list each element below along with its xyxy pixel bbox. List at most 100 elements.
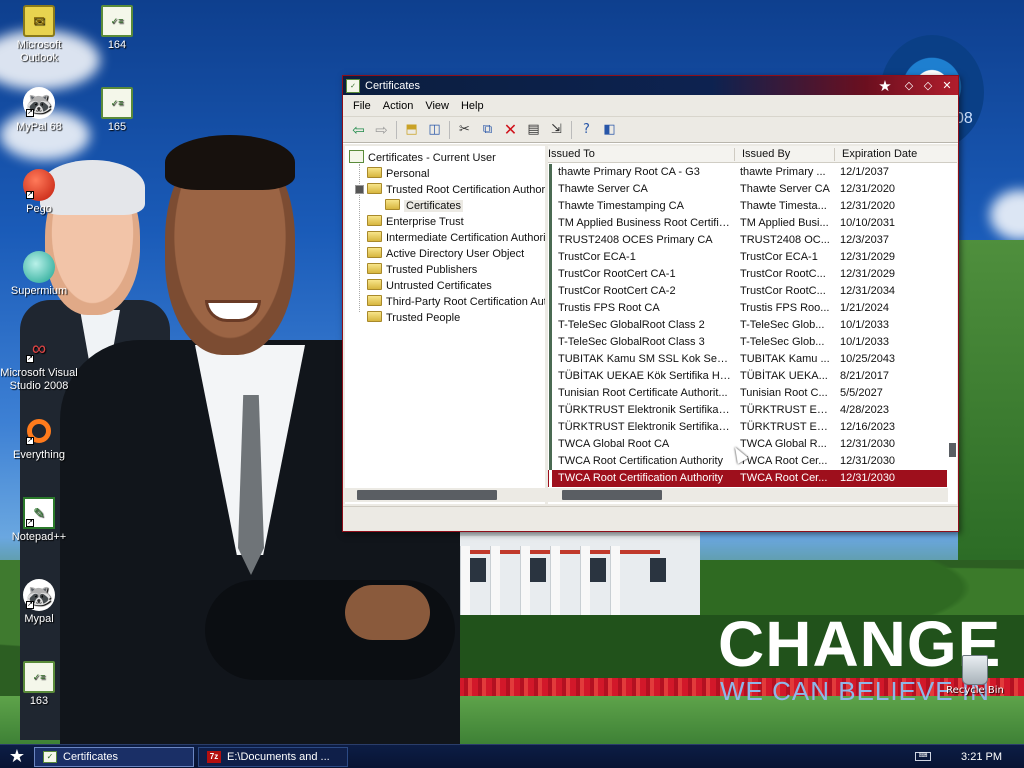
- scrollbar-thumb[interactable]: [949, 443, 956, 457]
- tree-item-trusted-people[interactable]: Trusted People: [367, 310, 460, 326]
- desktop-icon-visual-studio[interactable]: ∞ ↗ Microsoft Visual Studio 2008: [0, 333, 78, 393]
- up-folder-icon[interactable]: ⬒: [400, 119, 423, 141]
- cell-issued-by: TrustCor ECA-1: [740, 251, 818, 263]
- desktop-icon-163[interactable]: ✓≡ 163: [0, 661, 78, 708]
- table-row[interactable]: Thawte Server CA Thawte Server CA 12/31/20…: [548, 181, 947, 198]
- list-horizontal-scrollbar[interactable]: [548, 488, 948, 502]
- column-header-expiration[interactable]: Expiration Date: [842, 148, 917, 160]
- tree-item-label: Active Directory User Object: [386, 248, 525, 260]
- forward-arrow-icon[interactable]: ⇨: [370, 119, 393, 141]
- tree-item-untrusted[interactable]: Untrusted Certificates: [367, 278, 492, 294]
- menu-help[interactable]: Help: [455, 100, 490, 112]
- window-body: Certificates - Current User Personal Tru…: [343, 144, 958, 531]
- menu-file[interactable]: File: [347, 100, 377, 112]
- table-row[interactable]: Tunisian Root Certificate Authorit... Tun…: [548, 385, 947, 402]
- table-row[interactable]: TÜRKTRUST Elektronik Sertifika Hi... TÜRK…: [548, 402, 947, 419]
- tree-item-third-party-root[interactable]: Third-Party Root Certification Authoriti…: [367, 294, 545, 310]
- cell-issued-to: Tunisian Root Certificate Authorit...: [549, 385, 731, 402]
- table-row[interactable]: TRUST2408 OCES Primary CA TRUST2408 OC...…: [548, 232, 947, 249]
- desktop-icon-notepad-plus-plus[interactable]: ✎ ↗ Notepad++: [0, 497, 78, 544]
- tree-item-certificates[interactable]: Certificates: [385, 198, 464, 214]
- tree-item-trusted-root[interactable]: Trusted Root Certification Authorities: [367, 182, 545, 198]
- table-row[interactable]: Thawte Timestamping CA Thawte Timesta... 1…: [548, 198, 947, 215]
- export-list-icon[interactable]: ⇲: [545, 119, 568, 141]
- table-row[interactable]: TÜRKTRUST Elektronik Sertifika Hi... TÜRK…: [548, 419, 947, 436]
- table-row[interactable]: thawte Primary Root CA - G3 thawte Primar…: [548, 164, 947, 181]
- cell-expiration: 12/31/2020: [840, 183, 896, 195]
- certificate-file-icon: ✓≡: [101, 87, 133, 119]
- certificates-window[interactable]: ✓ Certificates ★ ◇ ◇ ✕ File Action View …: [342, 75, 959, 532]
- close-button[interactable]: ✕: [939, 79, 955, 93]
- taskbar-item-certificates[interactable]: ✓ Certificates: [34, 746, 194, 767]
- scrollbar-thumb[interactable]: [562, 490, 662, 500]
- tree-item-enterprise-trust[interactable]: Enterprise Trust: [367, 214, 464, 230]
- collapse-toggle[interactable]: [355, 185, 364, 194]
- cut-icon[interactable]: ✂: [453, 119, 476, 141]
- status-bar: [343, 506, 958, 531]
- clock[interactable]: 3:21 PM: [961, 751, 1002, 763]
- column-header-issued-by[interactable]: Issued By: [742, 148, 790, 160]
- table-row[interactable]: TrustCor RootCert CA-1 TrustCor RootC... 1…: [548, 266, 947, 283]
- tree-item-label: Intermediate Certification Authorities: [386, 232, 545, 244]
- menu-action[interactable]: Action: [377, 100, 420, 112]
- desktop-icon-everything[interactable]: ↗ Everything: [0, 415, 78, 462]
- cell-issued-to: Thawte Server CA: [549, 181, 731, 198]
- table-row[interactable]: TWCA Global Root CA TWCA Global R... 12/31…: [548, 436, 947, 453]
- column-divider[interactable]: [834, 148, 835, 161]
- back-arrow-icon[interactable]: ⇦: [347, 119, 370, 141]
- desktop-icon-164[interactable]: ✓≡ 164: [78, 5, 156, 52]
- star-icon[interactable]: ★: [877, 78, 893, 95]
- copy-icon[interactable]: ⧉: [476, 119, 499, 141]
- desktop-icon-recycle-bin[interactable]: Recycle Bin: [943, 655, 1007, 696]
- table-row[interactable]: TÜBİTAK UEKAE Kök Sertifika Hizm... TÜBİT…: [548, 368, 947, 385]
- show-hide-tree-icon[interactable]: ◫: [423, 119, 446, 141]
- table-row[interactable]: TWCA Root Certification Authority TWCA Ro…: [548, 453, 947, 470]
- table-row[interactable]: TM Applied Business Root Certificate TM A…: [548, 215, 947, 232]
- menu-view[interactable]: View: [419, 100, 455, 112]
- table-row[interactable]: TUBITAK Kamu SM SSL Kok Sertifik... TUBIT…: [548, 351, 947, 368]
- tree-horizontal-scrollbar[interactable]: [345, 488, 545, 502]
- column-divider[interactable]: [734, 148, 735, 161]
- scrollbar-thumb[interactable]: [357, 490, 497, 500]
- tree-item-intermediate[interactable]: Intermediate Certification Authorities: [367, 230, 545, 246]
- cell-expiration: 10/1/2033: [840, 319, 889, 331]
- 7zip-icon: 7z: [207, 750, 221, 763]
- cell-expiration: 12/1/2037: [840, 166, 889, 178]
- desktop-icon-supermium[interactable]: Supermium: [0, 251, 78, 298]
- table-row[interactable]: Trustis FPS Root CA Trustis FPS Roo... 1/2…: [548, 300, 947, 317]
- tree-item-label: Trusted Publishers: [386, 264, 478, 276]
- tree-item-trusted-publishers[interactable]: Trusted Publishers: [367, 262, 477, 278]
- maximize-button[interactable]: ◇: [920, 79, 936, 93]
- list-vertical-scrollbar[interactable]: [948, 164, 957, 489]
- desktop-icon-mypal[interactable]: 🦝 ↗ Mypal: [0, 579, 78, 626]
- table-row[interactable]: TrustCor RootCert CA-2 TrustCor RootC... 1…: [548, 283, 947, 300]
- tree-root[interactable]: Certificates - Current User: [349, 150, 496, 166]
- table-row[interactable]: TrustCor ECA-1 TrustCor ECA-1 12/31/2029: [548, 249, 947, 266]
- column-header-issued-to[interactable]: Issued To: [548, 148, 595, 160]
- tree-pane[interactable]: Certificates - Current User Personal Tru…: [345, 146, 545, 504]
- supermium-icon: [23, 251, 55, 283]
- action-pane-icon[interactable]: ◧: [598, 119, 621, 141]
- table-row[interactable]: T-TeleSec GlobalRoot Class 2 T-TeleSec Gl…: [548, 317, 947, 334]
- certificate-file-icon: ✓≡: [23, 661, 55, 693]
- certificate-list[interactable]: Issued To Issued By Expiration Date thaw…: [548, 146, 957, 504]
- tree-item-active-directory[interactable]: Active Directory User Object: [367, 246, 524, 262]
- start-button[interactable]: ★: [0, 745, 34, 768]
- desktop-icon-165[interactable]: ✓≡ 165: [78, 87, 156, 134]
- tree-item-personal[interactable]: Personal: [367, 166, 429, 182]
- desktop-icon-outlook[interactable]: ✉ Microsoft Outlook: [0, 5, 78, 65]
- delete-icon[interactable]: ✕: [499, 119, 522, 141]
- table-row-selected[interactable]: TWCA Root Certification Authority TWCA Ro…: [548, 470, 947, 487]
- title-bar[interactable]: ✓ Certificates ★ ◇ ◇ ✕: [343, 76, 958, 95]
- cell-issued-to: thawte Primary Root CA - G3: [549, 164, 731, 181]
- properties-icon[interactable]: ▤: [522, 119, 545, 141]
- desktop-icon-mypal68[interactable]: 🦝 ↗ MyPal 68: [0, 87, 78, 134]
- cell-expiration: 12/31/2034: [840, 285, 896, 297]
- desktop-icon-pego[interactable]: ↗ Pego: [0, 169, 78, 216]
- help-icon[interactable]: ?: [575, 119, 598, 141]
- cell-issued-by: T-TeleSec Glob...: [740, 319, 825, 331]
- taskbar-item-7zip[interactable]: 7z E:\Documents and ...: [198, 746, 348, 767]
- minimize-button[interactable]: ◇: [901, 79, 917, 93]
- keyboard-icon[interactable]: ⌨: [915, 752, 932, 761]
- table-row[interactable]: T-TeleSec GlobalRoot Class 3 T-TeleSec Gl…: [548, 334, 947, 351]
